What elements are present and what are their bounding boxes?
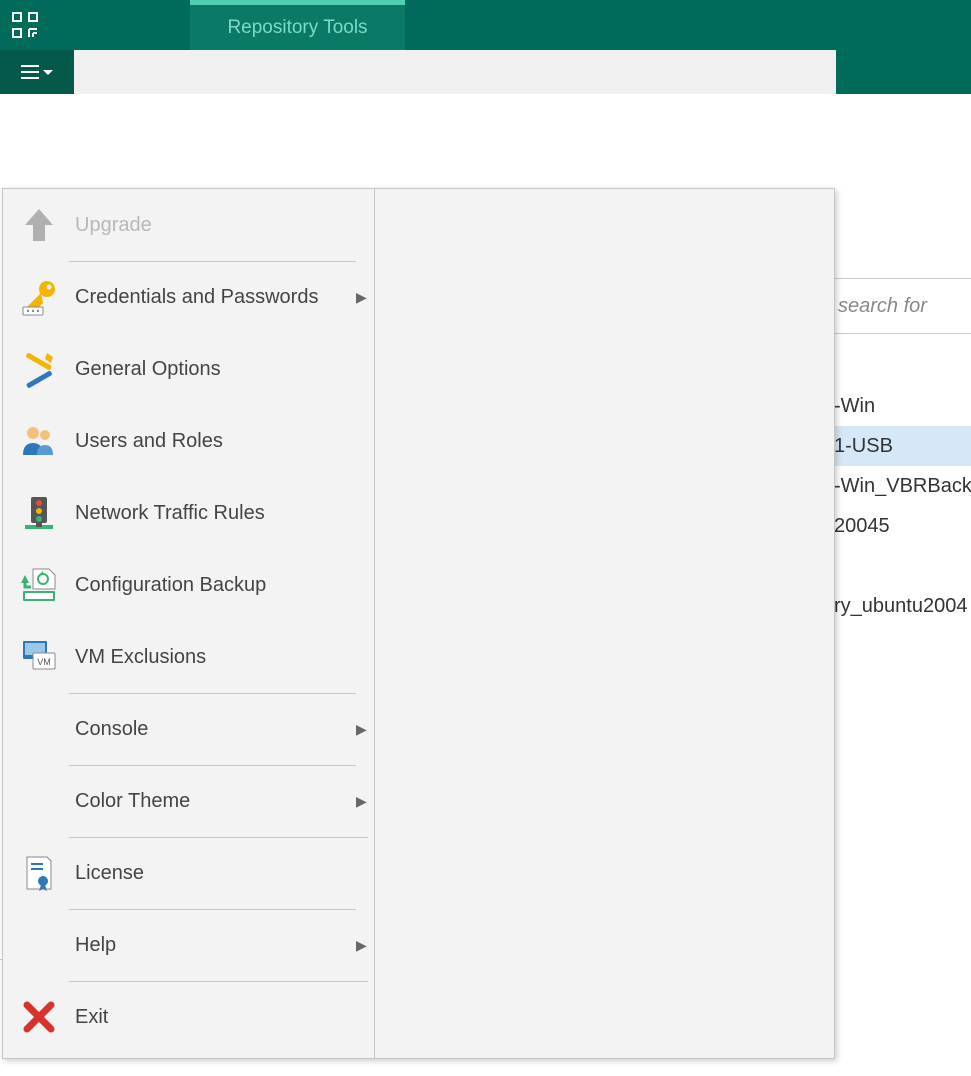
menu-item-exit[interactable]: Exit	[3, 981, 374, 1053]
menu-item-network-traffic[interactable]: Network Traffic Rules	[3, 477, 374, 549]
config-backup-icon	[9, 565, 69, 605]
menubar	[0, 50, 971, 94]
menu-item-vm-exclusions[interactable]: VM VM Exclusions	[3, 621, 374, 693]
menu-item-help[interactable]: Help ▶	[3, 909, 374, 981]
menu-item-general-options[interactable]: General Options	[3, 333, 374, 405]
menu-label: Exit	[69, 981, 368, 1053]
menu-item-config-backup[interactable]: Configuration Backup	[3, 549, 374, 621]
list-item[interactable]: -Win_VBRBack	[830, 466, 971, 506]
menu-label: Color Theme	[69, 765, 356, 837]
license-icon	[9, 853, 69, 893]
menu-item-console[interactable]: Console ▶	[3, 693, 374, 765]
menu-item-users-roles[interactable]: Users and Roles	[3, 405, 374, 477]
chevron-right-icon: ▶	[356, 793, 368, 810]
users-icon	[9, 421, 69, 461]
menu-item-credentials[interactable]: Credentials and Passwords ▶	[3, 261, 374, 333]
caret-down-icon	[43, 70, 53, 75]
chevron-right-icon: ▶	[356, 937, 368, 954]
tab-repository-tools[interactable]: Repository Tools	[190, 0, 405, 50]
exit-icon	[9, 997, 69, 1037]
list-item[interactable]: ry_ubuntu2004	[830, 586, 971, 626]
list-item[interactable]: 1-USB	[830, 426, 971, 466]
tab-label: Repository Tools	[227, 17, 367, 39]
repository-list: -Win 1-USB -Win_VBRBack 20045 ry_ubuntu2…	[830, 386, 971, 626]
list-gap	[830, 546, 971, 586]
menu-label: Console	[69, 693, 356, 765]
search-input[interactable]: search for	[838, 295, 927, 318]
list-item[interactable]: -Win	[830, 386, 971, 426]
menu-label: Users and Roles	[69, 405, 368, 477]
menu-label: Help	[69, 909, 356, 981]
menu-label: Upgrade	[69, 189, 368, 261]
menu-label: Network Traffic Rules	[69, 477, 368, 549]
chevron-right-icon: ▶	[356, 721, 368, 738]
upgrade-icon	[9, 205, 69, 245]
titlebar: Repository Tools	[0, 0, 971, 50]
menu-label: VM Exclusions	[69, 621, 368, 693]
menu-item-upgrade: Upgrade	[3, 189, 374, 261]
menu-item-color-theme[interactable]: Color Theme ▶	[3, 765, 374, 837]
menu-label: Credentials and Passwords	[69, 261, 356, 333]
hamburger-icon	[21, 65, 39, 79]
menu-label: License	[69, 837, 368, 909]
main-menu-dropdown: Upgrade Credentials and Passwords ▶ Gene…	[2, 188, 835, 1059]
ribbon-area	[74, 50, 836, 94]
list-item[interactable]: 20045	[830, 506, 971, 546]
main-menu-button[interactable]	[0, 50, 74, 94]
svg-text:VM: VM	[37, 657, 51, 667]
vm-exclusions-icon: VM	[9, 637, 69, 677]
app-icon	[0, 0, 50, 50]
network-icon	[9, 493, 69, 533]
menu-submenu-area	[375, 189, 834, 1058]
menu-item-license[interactable]: License	[3, 837, 374, 909]
menu-list: Upgrade Credentials and Passwords ▶ Gene…	[3, 189, 375, 1058]
credentials-icon	[9, 277, 69, 317]
menu-label: Configuration Backup	[69, 549, 368, 621]
chevron-right-icon: ▶	[356, 289, 368, 306]
menu-label: General Options	[69, 333, 368, 405]
options-icon	[9, 349, 69, 389]
